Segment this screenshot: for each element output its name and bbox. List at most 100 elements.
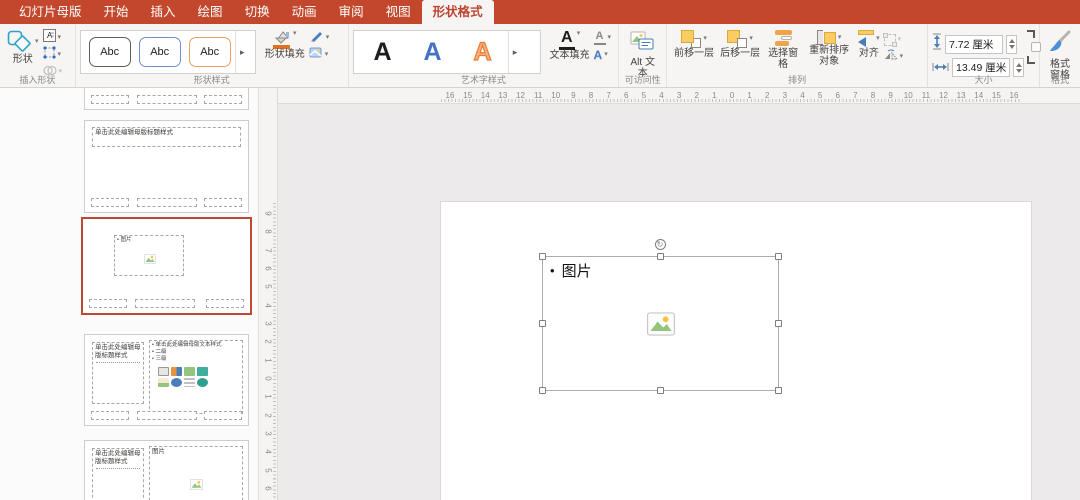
thumbnail-picture-layout-selected[interactable]: • 图片 [81, 217, 252, 315]
reorder-objects-button[interactable]: ▾ 重新排序对象 [803, 28, 855, 69]
shapes-icon: ▾ [7, 30, 39, 54]
picture-placeholder-text: 图片 [150, 447, 242, 457]
ruler-number: 5 [815, 91, 825, 100]
ruler-number: 4 [798, 91, 808, 100]
resize-handle-middle-right[interactable] [775, 320, 782, 327]
ruler-number: 13 [498, 91, 508, 100]
selection-pane-label: 选择窗格 [766, 48, 800, 70]
wordart-gallery: A A A ▸ [353, 30, 541, 74]
ruler-number: 13 [956, 91, 966, 100]
bring-forward-button[interactable]: ▾ 前移一层 [671, 28, 717, 61]
text-fill-button[interactable]: A ▾ 文本填充 [547, 28, 593, 63]
resize-handle-top-right[interactable] [775, 253, 782, 260]
menu-tab[interactable]: 审阅 [328, 0, 375, 24]
footer-placeholder [91, 95, 129, 104]
dropdown-caret-icon: ▾ [293, 30, 297, 38]
dropdown-caret-icon: ▾ [58, 34, 62, 42]
picture-placeholder-thumb: • 图片 [114, 235, 184, 276]
ruler-number: 1 [709, 91, 719, 100]
footer-placeholder [204, 198, 242, 207]
text-box-icon: A [43, 29, 56, 47]
align-button[interactable]: ▾ 对齐 [855, 28, 883, 61]
wordart-preset-3[interactable]: A [458, 38, 508, 67]
text-outline-button[interactable]: A ▾ [593, 30, 613, 45]
bullet: • [550, 263, 555, 278]
ribbon-tab-bar: 幻灯片母版开始插入绘图切换动画审阅视图形状格式 [0, 0, 1080, 24]
group-objects-button[interactable]: ▾ [883, 32, 905, 47]
resize-handle-middle-left[interactable] [539, 320, 546, 327]
ruler-number: 7 [264, 241, 273, 259]
shape-outline-button[interactable]: ▾ [308, 30, 331, 45]
reorder-objects-icon [817, 30, 836, 45]
resize-handle-bottom-right[interactable] [775, 387, 782, 394]
picture-placeholder[interactable]: ↻ • 图片 [542, 256, 779, 391]
dropdown-caret-icon: ▾ [749, 35, 753, 43]
smartart-icon [184, 367, 195, 376]
send-backward-label: 后移一层 [720, 48, 760, 59]
bring-forward-label: 前移一层 [674, 48, 714, 59]
align-label: 对齐 [859, 48, 879, 59]
shape-effects-button[interactable]: ▾ [308, 47, 331, 62]
group-label-arrange: 排列 [667, 73, 927, 86]
footer-placeholder [91, 411, 129, 420]
shape-style-preset-3[interactable]: Abc [189, 37, 231, 67]
ruler-number: 11 [533, 91, 543, 100]
text-box-button[interactable]: A ▾ [42, 30, 64, 45]
menu-tab[interactable]: 开始 [93, 0, 140, 24]
resize-handle-top-left[interactable] [539, 253, 546, 260]
title-placeholder: 单击此处编辑母版标题样式 [92, 448, 144, 500]
rotate-handle[interactable]: ↻ [655, 239, 666, 250]
ruler-number: 3 [264, 314, 273, 332]
menu-tab[interactable]: 绘图 [187, 0, 234, 24]
ruler-number: 6 [264, 259, 273, 277]
picture-icon[interactable] [647, 312, 675, 336]
selection-pane-button[interactable]: 选择窗格 [763, 28, 803, 72]
menu-tab[interactable]: 插入 [140, 0, 187, 24]
menu-tab[interactable]: 形状格式 [422, 0, 494, 24]
shape-height-input[interactable] [945, 35, 1003, 54]
title-placeholder-text: 单击此处编辑母版标题样式 [93, 128, 240, 138]
shapes-button[interactable]: ▾ 形状 [4, 28, 42, 67]
group-format: 格式窗格 格式 [1040, 24, 1080, 87]
ruler-number: 12 [939, 91, 949, 100]
slide-thumbnail-panel: 单击此处编辑母版标题样式 • 图片 单击此处编辑母版标题样式 • 单击此处编辑母… [0, 88, 258, 500]
group-accessibility: Alt 文本 可访问性 [619, 24, 667, 87]
gallery-expand-arrow-icon[interactable]: ▸ [235, 31, 249, 73]
shape-fill-button[interactable]: ▾ 形状填充 [262, 28, 308, 62]
ruler-number: 3 [674, 91, 684, 100]
gallery-expand-arrow-icon[interactable]: ▸ [508, 31, 522, 73]
thumbnail-two-content-layout[interactable]: 单击此处编辑母版标题样式 • 单击此处编辑母版文本样式 • 二级 • 三级 [84, 334, 249, 426]
thumbnail-title-master[interactable]: 单击此处编辑母版标题样式 [84, 120, 249, 213]
ruler-number: 8 [868, 91, 878, 100]
table-icon [158, 367, 169, 376]
shape-style-preset-1[interactable]: Abc [89, 37, 131, 67]
thumbnail-picture-caption-layout[interactable]: 单击此处编辑母版标题样式 图片 [84, 440, 249, 500]
send-backward-button[interactable]: ▾ 后移一层 [717, 28, 763, 61]
menu-tab[interactable]: 视图 [375, 0, 422, 24]
thumbnail-slide-partial[interactable] [84, 88, 249, 110]
bring-forward-icon [681, 30, 701, 48]
rotate-objects-button[interactable]: ▾ [883, 49, 905, 64]
crop-icon[interactable] [1027, 28, 1035, 66]
menu-tab[interactable]: 动画 [281, 0, 328, 24]
resize-handle-top-middle[interactable] [657, 253, 664, 260]
ruler-number: 4 [264, 296, 273, 314]
group-arrange: ▾ 前移一层 ▾ 后移一层 选择窗格 ▾ 重新排序对象 ▾ [667, 24, 928, 87]
resize-handle-bottom-left[interactable] [539, 387, 546, 394]
slide-canvas[interactable]: 1615141312111098765432101234567891011121… [278, 88, 1080, 500]
shape-style-preset-2[interactable]: Abc [139, 37, 181, 67]
footer-placeholder [137, 198, 197, 207]
title-placeholder-text: 单击此处编辑母版标题样式 [93, 343, 143, 361]
picture-icon [158, 378, 169, 387]
menu-tab[interactable]: 幻灯片母版 [8, 0, 93, 24]
edit-points-button[interactable]: ▾ [42, 47, 64, 62]
wordart-preset-1[interactable]: A [358, 38, 408, 67]
rows-icon [184, 378, 195, 387]
height-stepper[interactable] [1006, 35, 1017, 54]
resize-handle-bottom-middle[interactable] [657, 387, 664, 394]
menu-tab[interactable]: 切换 [234, 0, 281, 24]
footer-placeholder [206, 299, 244, 308]
text-effects-button[interactable]: A ▾ [593, 47, 613, 62]
wordart-preset-2[interactable]: A [408, 38, 458, 67]
footer-placeholder [137, 95, 197, 104]
